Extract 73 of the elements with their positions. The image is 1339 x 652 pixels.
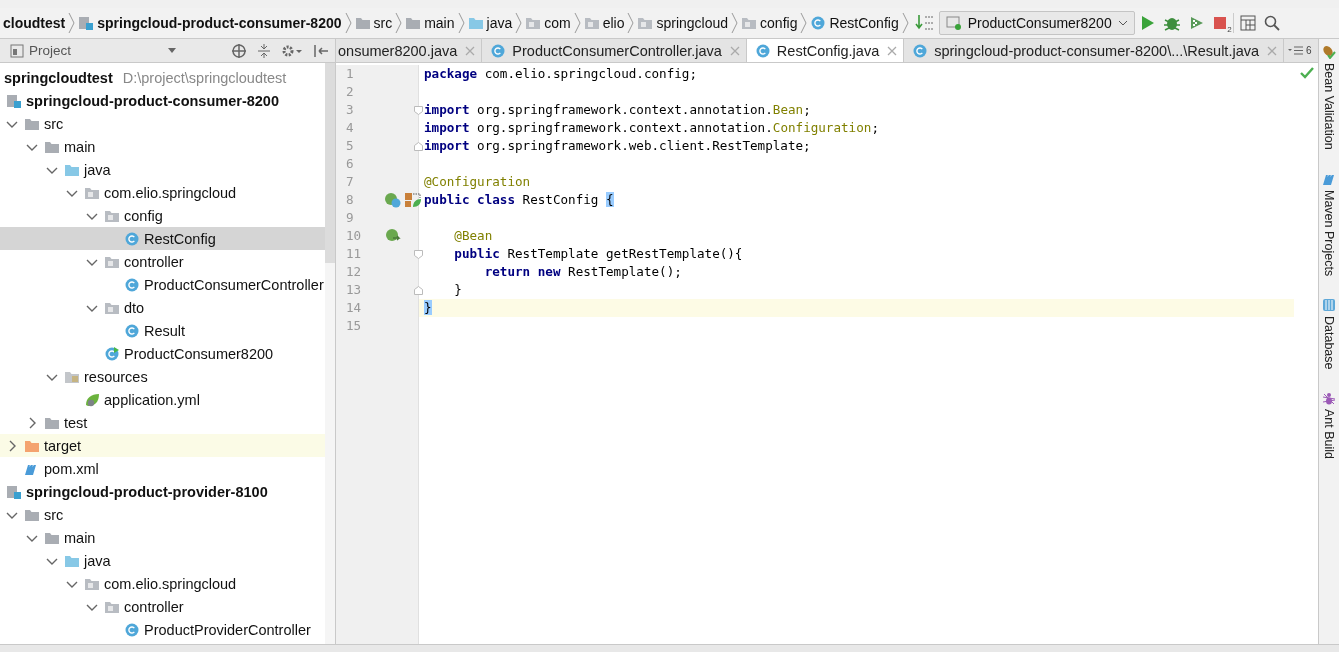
line-number: 9 [345, 209, 355, 227]
tree-item[interactable]: com.elio.springcloud [0, 572, 325, 595]
tree-item[interactable]: application.yml [0, 388, 325, 411]
line-number: 2 [345, 83, 355, 101]
tree-item[interactable]: RestConfig [0, 227, 325, 250]
breadcrumb-item[interactable]: elio [582, 15, 628, 31]
code-line: import org.springframework.context.annotation.Bean; [423, 101, 812, 119]
tree-item[interactable]: springcloud-product-provider-8100 [0, 480, 325, 503]
breadcrumb-item[interactable]: springcloud [636, 15, 732, 31]
breadcrumb-item[interactable]: src [353, 15, 396, 31]
tool-window-button[interactable]: Database [1322, 297, 1336, 370]
tree-item[interactable]: pom.xml [0, 457, 325, 480]
code-line: return new RestTemplate(); [483, 263, 683, 281]
code-line: package com.elio.springcloud.config; [423, 65, 698, 83]
line-number: 1 [345, 65, 355, 83]
code-line: import org.springframework.web.client.RestTemplate; [423, 137, 812, 155]
tree-item[interactable]: src [0, 112, 325, 135]
code-line: public RestTemplate getRestTemplate(){ [453, 245, 744, 263]
line-number: 12 [345, 263, 362, 281]
editor-tab[interactable]: ProductConsumerController.java [482, 39, 747, 62]
code-line: @Bean [453, 227, 494, 245]
line-number: 15 [345, 317, 362, 335]
line-number: 3 [345, 101, 355, 119]
tree-item[interactable]: ProductConsumerController [0, 273, 325, 296]
line-number: 11 [345, 245, 362, 263]
line-number: 14 [345, 299, 362, 317]
breadcrumb-item[interactable]: java [466, 15, 516, 31]
run-configuration-dropdown[interactable]: ProductConsumer8200 [938, 11, 1135, 35]
editor-tab[interactable]: RestConfig.java [746, 39, 905, 62]
breadcrumb-item[interactable]: config [740, 15, 801, 31]
tree-item[interactable]: test [0, 411, 325, 434]
code-line: } [453, 281, 463, 299]
code-line: public class RestConfig { [423, 191, 615, 209]
breadcrumb-item[interactable]: com [524, 15, 574, 31]
tree-item[interactable]: controller [0, 250, 325, 273]
breadcrumb-item[interactable]: springcloud-product-consumer-8200 [77, 15, 345, 31]
breadcrumb-item[interactable]: main [404, 15, 458, 31]
tree-item[interactable]: springcloud-product-consumer-8200 [0, 89, 325, 112]
tree-item[interactable]: ProductConsumer8200 [0, 342, 325, 365]
tool-window-button[interactable]: Bean Validation [1322, 45, 1336, 150]
editor-tab[interactable]: springcloud-product-consumer-8200\...\Result.java [904, 39, 1285, 62]
line-number: 5 [345, 137, 355, 155]
line-number: 10 [345, 227, 362, 245]
tree-item[interactable]: controller [0, 595, 325, 618]
tool-window-button[interactable]: Maven Projects [1322, 171, 1336, 276]
process-count: 2 [1227, 25, 1232, 34]
tree-item[interactable]: java [0, 549, 325, 572]
tree-item[interactable]: com.elio.springcloud [0, 181, 325, 204]
stop-button[interactable]: 2 [1210, 14, 1229, 32]
editor-tab[interactable]: onsumer8200.java [336, 39, 483, 62]
project-name[interactable]: springcloudtest [4, 69, 113, 86]
tab-overflow-button[interactable]: 6 [1284, 39, 1316, 62]
tree-item[interactable]: src [0, 503, 325, 526]
tree-item[interactable]: config [0, 204, 325, 227]
tree-item[interactable]: java [0, 158, 325, 181]
line-number: 7 [345, 173, 355, 191]
tree-item[interactable]: target [0, 434, 325, 457]
tree-item[interactable]: Result [0, 319, 325, 342]
tree-item[interactable]: main [0, 526, 325, 549]
line-number: 8 [345, 191, 355, 209]
breadcrumb-item[interactable]: cloudtest [2, 15, 69, 31]
tree-item[interactable]: main [0, 135, 325, 158]
tree-item[interactable]: dto [0, 296, 325, 319]
code-line: import org.springframework.context.annotation.Configuration; [423, 119, 880, 137]
line-number: 13 [345, 281, 362, 299]
tool-window-button[interactable]: Ant Build [1322, 391, 1336, 460]
line-number: 6 [345, 155, 355, 173]
code-line: @Configuration [423, 173, 532, 191]
breadcrumb-item[interactable]: RestConfig [809, 15, 902, 31]
tree-item[interactable]: ProductProviderController [0, 618, 325, 641]
line-number: 4 [345, 119, 355, 137]
project-path: D:\project\springcloudtest [122, 69, 287, 86]
tree-item[interactable]: resources [0, 365, 325, 388]
